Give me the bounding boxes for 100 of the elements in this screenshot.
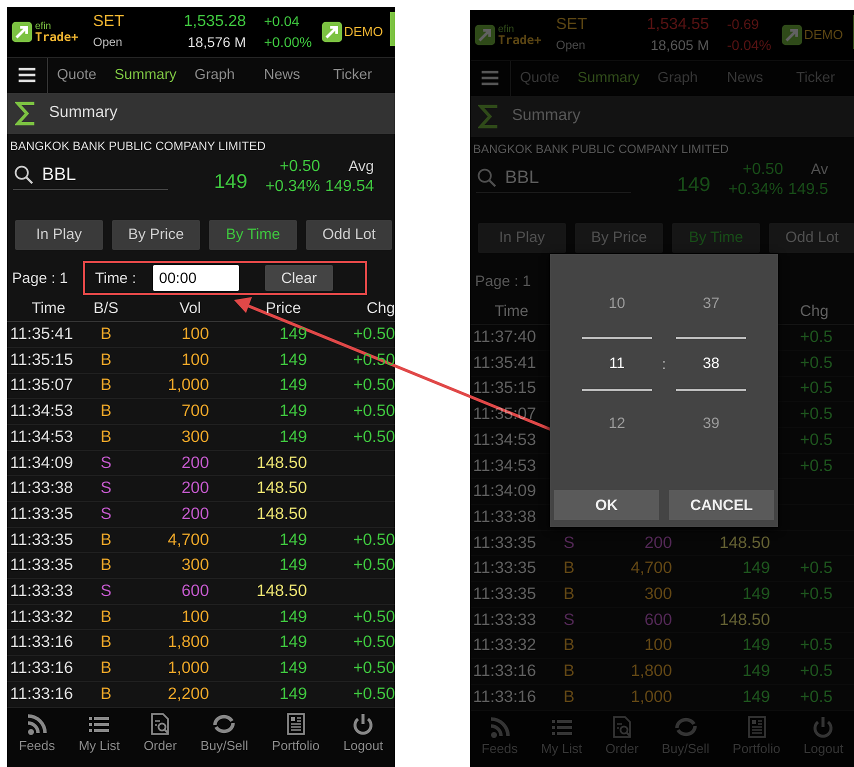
time-field[interactable]: 00:00: [153, 265, 239, 292]
avg-label: Av: [810, 160, 828, 180]
volume-cell-text: 300: [180, 428, 209, 447]
time-cell-text: 11:34:53: [472, 456, 538, 476]
side-cell-text: B: [562, 636, 576, 656]
price-cell-text: 149: [278, 376, 307, 396]
ok-button[interactable]: OK: [554, 490, 659, 520]
nav-button[interactable]: Portfolio: [272, 712, 320, 767]
price-cell-text: 149: [278, 402, 307, 422]
volume-cell-text: 100: [180, 608, 209, 627]
price-cell-text: 149: [278, 530, 307, 550]
time-cell-text: 11:34:09: [472, 482, 538, 502]
tab[interactable]: Summary: [106, 67, 186, 84]
nav-button[interactable]: Feeds: [18, 712, 55, 767]
power-icon: [351, 712, 376, 736]
nav-button[interactable]: Order: [144, 712, 177, 767]
demo-label: DEMO: [804, 27, 843, 42]
volume-cell-text: 200: [643, 534, 672, 553]
side-cell-text: B: [99, 633, 112, 652]
side-cell-text: B: [562, 662, 576, 681]
side-cell-text: B: [99, 556, 112, 576]
logo-icon: [474, 24, 496, 46]
avg-price: 149.5: [788, 180, 828, 200]
selected-hour[interactable]: 11: [582, 337, 652, 391]
tab[interactable]: Ticker: [309, 67, 382, 84]
price-cell-text: 148.50: [718, 534, 770, 553]
clear-button[interactable]: Clear: [265, 265, 333, 292]
tab[interactable]: News: [244, 67, 310, 84]
symbol-field[interactable]: BBL: [476, 166, 631, 193]
nav-button[interactable]: Logout: [343, 712, 384, 767]
side-cell-text: B: [99, 684, 112, 704]
change-cell-text: +0.5: [799, 636, 834, 656]
symbol-field[interactable]: BBL: [13, 164, 168, 190]
nav-label: Feeds: [18, 738, 55, 753]
column-header: Chg: [366, 300, 395, 318]
change-cell-text: +0.50: [352, 376, 395, 396]
selected-minute[interactable]: 38: [676, 337, 746, 391]
change-cell-text: +0.50: [352, 684, 395, 704]
volume-cell-text: 100: [643, 636, 672, 656]
tab[interactable]: Quote: [48, 67, 106, 84]
side-cell-text: S: [99, 479, 112, 498]
search-icon: [476, 166, 497, 188]
page-label: Page : 1: [475, 272, 532, 290]
company-name: BANGKOK BANK PUBLIC COMPANY LIMITED: [9, 138, 267, 155]
segment-tab[interactable]: Odd Lot: [306, 220, 392, 250]
time-cell-text: 11:33:16: [9, 659, 74, 678]
segment-tab[interactable]: In Play: [15, 220, 103, 250]
volume-cell-text: 200: [180, 479, 209, 498]
price-cell-text: 148.50: [256, 454, 307, 472]
volume-cell-text: 1,000: [166, 376, 209, 396]
time-cell-text: 11:33:16: [472, 662, 538, 681]
price-change: +0.50: [280, 156, 320, 177]
index-volume: 18,576 M: [188, 32, 246, 52]
time-cell-text: 11:33:38: [9, 479, 74, 498]
nav-button[interactable]: My List: [78, 712, 120, 767]
logo-text: efin: [498, 24, 514, 35]
time-cell-text: 11:34:53: [9, 402, 74, 422]
time-cell-text: 11:34:53: [9, 428, 74, 447]
segment-tab[interactable]: By Price: [112, 220, 200, 250]
volume-cell-text: 700: [180, 402, 209, 422]
cancel-button[interactable]: CANCEL: [669, 490, 774, 520]
volume-cell-text: 4,700: [630, 559, 672, 578]
search-icon: [13, 164, 34, 185]
page-label: Page : 1: [12, 270, 69, 287]
change-cell-text: +0.50: [352, 556, 395, 576]
time-cell-text: 11:33:35: [9, 530, 74, 550]
price-cell-text: 148.50: [256, 504, 307, 524]
side-cell-text: B: [99, 350, 112, 370]
hour-option: 12: [582, 391, 652, 457]
volume-cell-text: 300: [180, 556, 209, 576]
logo-icon: [321, 20, 343, 43]
price-change: +0.50: [742, 160, 784, 180]
segment-tab[interactable]: By Time: [209, 220, 297, 250]
side-cell-text: S: [562, 610, 576, 630]
hour-option: 10: [582, 271, 652, 337]
price-cell-text: 149: [741, 662, 770, 681]
time-cell-text: 11:35:07: [9, 376, 74, 396]
side-cell-text: S: [99, 582, 112, 601]
change-cell-text: +0.5: [799, 584, 834, 604]
last-price: 149: [214, 170, 248, 194]
column-header: Chg: [799, 303, 830, 322]
index-percent: +0.00%: [264, 32, 312, 52]
logo-icon: [781, 24, 803, 46]
price-cell-text: 148.50: [718, 610, 770, 630]
index-change: +0.04: [264, 12, 300, 31]
price-cell-text: 149: [741, 584, 770, 604]
price-cell-text: 149: [741, 636, 770, 656]
nav-button[interactable]: Buy/Sell: [200, 712, 248, 767]
side-cell-text: B: [99, 530, 112, 550]
time-cell-text: 11:35:41: [472, 354, 538, 373]
tab[interactable]: Graph: [186, 67, 244, 84]
price-cell-text: 149: [278, 325, 307, 344]
company-name: BANGKOK BANK PUBLIC COMPANY LIMITED: [472, 141, 730, 158]
time-cell-text: 11:33:16: [9, 684, 74, 704]
index-volume: 18,605 M: [650, 36, 709, 55]
price-cell-text: 149: [741, 559, 770, 578]
price-cell-text: 149: [278, 556, 307, 576]
index-change: -0.69: [727, 14, 760, 34]
change-cell-text: +0.50: [352, 325, 395, 344]
edge-indicator: [390, 12, 395, 46]
